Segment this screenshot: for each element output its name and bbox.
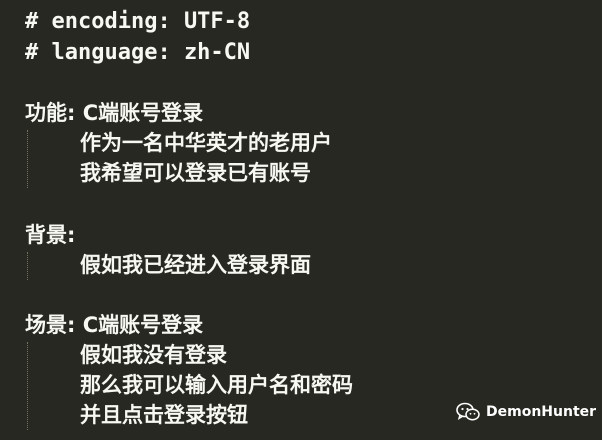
- wechat-icon: [456, 402, 480, 422]
- watermark-text: DemonHunter: [486, 404, 597, 420]
- indent-guide: [27, 342, 28, 430]
- feature-description-line: 作为一名中华英才的老用户: [80, 131, 332, 155]
- background-step-line: 假如我已经进入登录界面: [80, 253, 311, 277]
- background-title-line: 背景:: [25, 223, 76, 247]
- indent-guide: [27, 130, 28, 188]
- code-editor[interactable]: # encoding: UTF-8 # language: zh-CN 功能: …: [0, 0, 602, 440]
- scenario-title-line: 场景: C端账号登录: [25, 313, 204, 337]
- encoding-comment-line: # encoding: UTF-8: [25, 9, 251, 34]
- feature-title-line: 功能: C端账号登录: [25, 101, 204, 125]
- language-comment-line: # language: zh-CN: [25, 40, 251, 65]
- watermark: DemonHunter: [456, 400, 596, 424]
- scenario-step-line: 假如我没有登录: [80, 343, 227, 367]
- scenario-step-line: 那么我可以输入用户名和密码: [80, 373, 353, 397]
- feature-description-line: 我希望可以登录已有账号: [80, 161, 311, 185]
- scenario-step-line: 并且点击登录按钮: [80, 403, 248, 427]
- indent-guide: [27, 252, 28, 280]
